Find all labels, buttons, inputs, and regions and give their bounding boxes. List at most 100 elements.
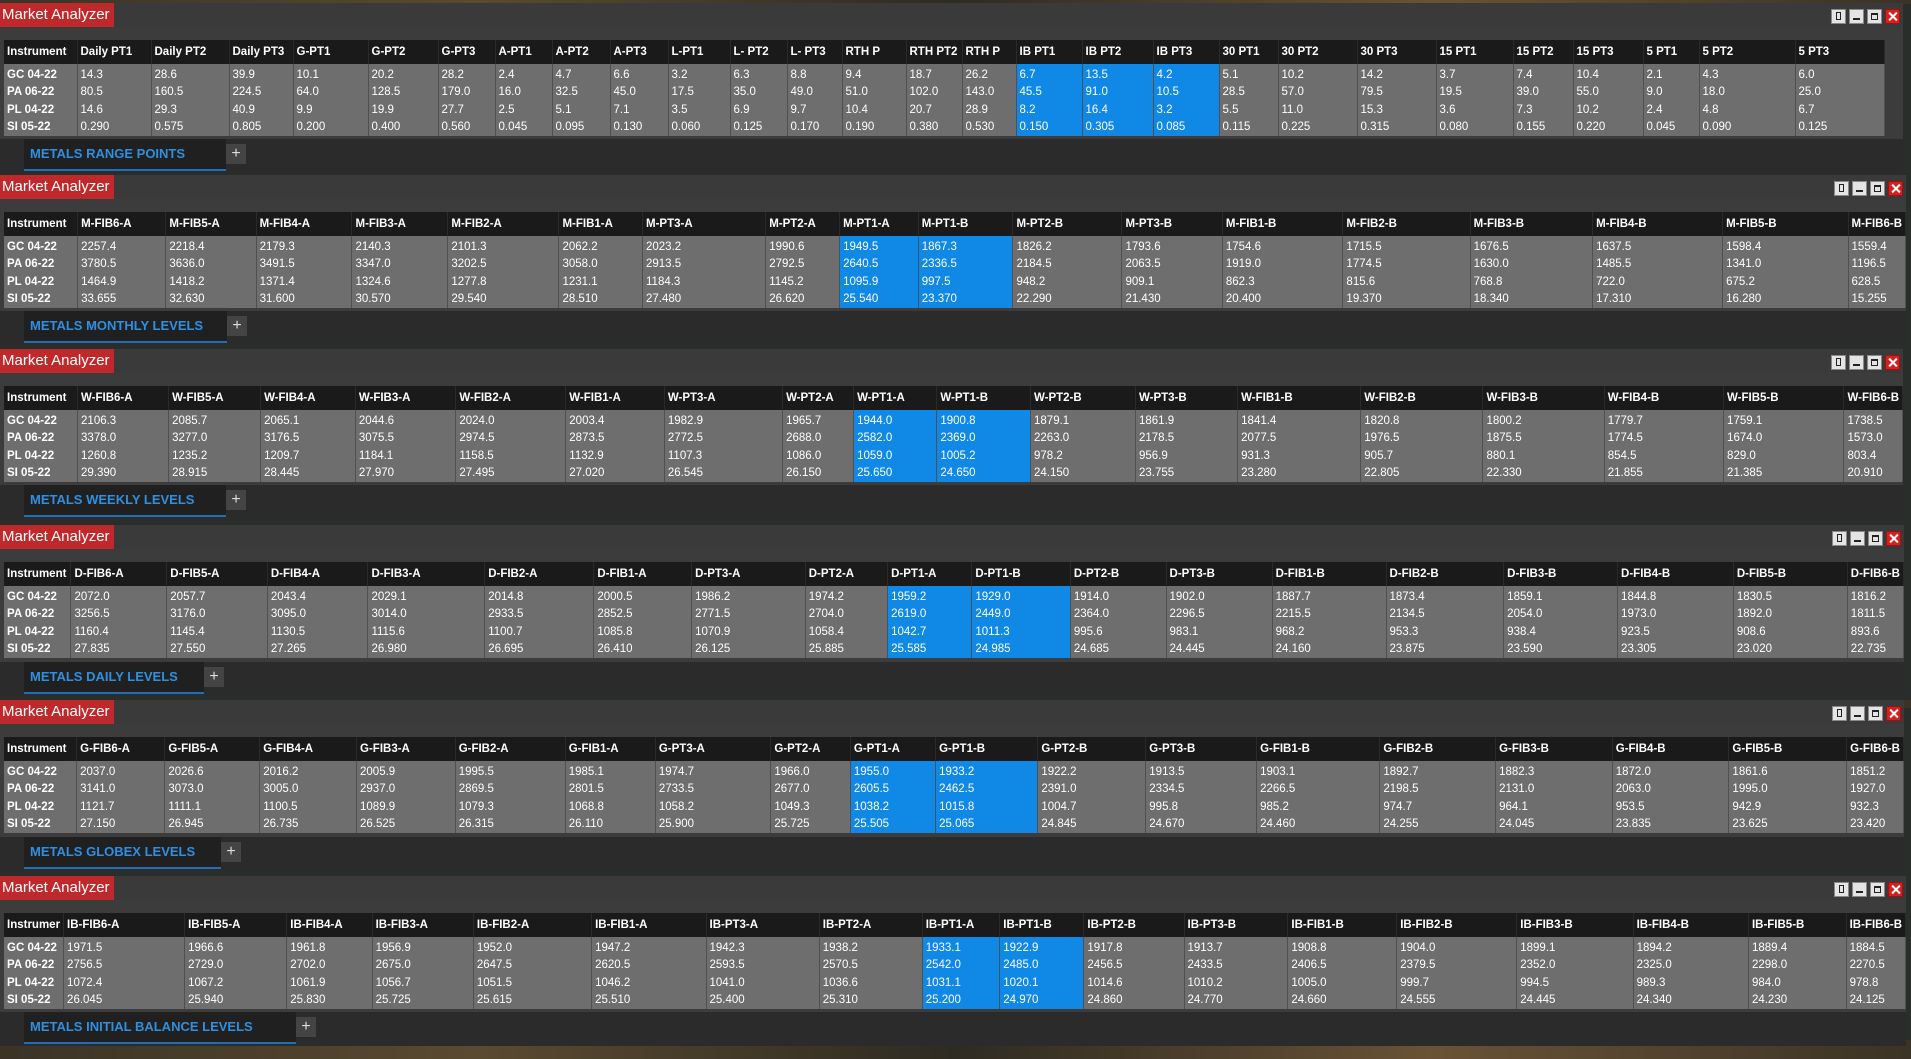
column-header-a-pt1[interactable]: A-PT1 <box>495 40 553 64</box>
column-header-w-pt1-a[interactable]: W-PT1-A <box>853 386 938 410</box>
column-header-rth-pt2[interactable]: RTH PT2 <box>906 40 963 64</box>
column-header-w-fib6-a[interactable]: W-FIB6-A <box>77 386 170 410</box>
column-header-w-fib5-a[interactable]: W-FIB5-A <box>168 386 262 410</box>
column-header-g-fib5-b[interactable]: G-FIB5-B <box>1728 737 1848 761</box>
table-row[interactable]: PL 04-22 1072.4 1067.2 1061.9 1056.7 1051.5 10… <box>4 974 1906 992</box>
column-header-m-pt2-a[interactable]: M-PT2-A <box>765 212 841 236</box>
maximize-window-icon[interactable] <box>1868 531 1883 546</box>
restore-window-icon[interactable] <box>1834 181 1849 196</box>
minimize-window-icon[interactable] <box>1850 706 1865 721</box>
column-header-g-pt2-b[interactable]: G-PT2-B <box>1037 737 1147 761</box>
column-header-ib-fib2-b[interactable]: IB-FIB2-B <box>1396 913 1518 937</box>
column-header-d-fib1-b[interactable]: D-FIB1-B <box>1272 562 1387 586</box>
column-header-15-pt1[interactable]: 15 PT1 <box>1436 40 1514 64</box>
column-header-ib-pt3-a[interactable]: IB-PT3-A <box>706 913 820 937</box>
column-header-w-fib4-b[interactable]: W-FIB4-B <box>1604 386 1725 410</box>
column-header-instrument[interactable]: Instrument <box>4 737 78 761</box>
restore-window-icon[interactable] <box>1834 882 1849 897</box>
column-header-ib-pt1[interactable]: IB PT1 <box>1016 40 1083 64</box>
column-header-g-fib2-b[interactable]: G-FIB2-B <box>1379 737 1497 761</box>
add-tab-icon[interactable]: + <box>226 490 246 510</box>
column-header-w-fib3-b[interactable]: W-FIB3-B <box>1482 386 1605 410</box>
tab-metals-monthly-levels[interactable]: METALS MONTHLY LEVELS <box>24 311 227 343</box>
column-header-d-fib4-a[interactable]: D-FIB4-A <box>267 562 369 586</box>
table-row[interactable]: GC 04-22 2106.3 2085.7 2065.1 2044.6 2024.0 20… <box>4 410 1903 430</box>
restore-window-icon[interactable] <box>1831 9 1846 24</box>
window-titlebar[interactable]: Market Analyzer <box>0 876 1906 900</box>
close-window-icon[interactable] <box>1885 355 1900 370</box>
column-header-m-fib6-a[interactable]: M-FIB6-A <box>77 212 167 236</box>
maximize-window-icon[interactable] <box>1867 9 1882 24</box>
maximize-window-icon[interactable] <box>1868 706 1883 721</box>
column-header-ib-fib2-a[interactable]: IB-FIB2-A <box>473 913 593 937</box>
tab-metals-globex-levels[interactable]: METALS GLOBEX LEVELS <box>24 837 221 869</box>
column-header-ib-pt1-a[interactable]: IB-PT1-A <box>922 913 1001 937</box>
table-row[interactable]: PL 04-22 14.6 29.3 40.9 9.9 19.9 27.7 2.5 5.1 7.1… <box>4 101 1885 119</box>
column-header-d-fib3-a[interactable]: D-FIB3-A <box>367 562 486 586</box>
column-header-ib-fib4-a[interactable]: IB-FIB4-A <box>286 913 373 937</box>
table-row[interactable]: GC 04-22 2257.4 2218.4 2179.3 2140.3 2101.3 20… <box>4 236 1906 256</box>
column-header-ib-pt3[interactable]: IB PT3 <box>1153 40 1220 64</box>
column-header-g-pt1-b[interactable]: G-PT1-B <box>935 737 1039 761</box>
column-header-w-fib2-a[interactable]: W-FIB2-A <box>455 386 567 410</box>
column-header-w-fib4-a[interactable]: W-FIB4-A <box>260 386 356 410</box>
table-row[interactable]: PA 06-22 3256.5 3176.0 3095.0 3014.0 2933.5 28… <box>4 605 1904 623</box>
table-row[interactable]: PA 06-22 80.5 160.5 224.5 64.0 128.5 179.0 16.0… <box>4 83 1885 101</box>
table-row[interactable]: PA 06-22 2756.5 2729.0 2702.0 2675.0 2647.5 26… <box>4 956 1906 974</box>
column-header-g-pt3-a[interactable]: G-PT3-A <box>655 737 772 761</box>
column-header-d-fib4-b[interactable]: D-FIB4-B <box>1617 562 1734 586</box>
maximize-window-icon[interactable] <box>1870 882 1885 897</box>
column-header-l-pt2[interactable]: L- PT2 <box>730 40 788 64</box>
column-header-ib-fib1-b[interactable]: IB-FIB1-B <box>1287 913 1398 937</box>
column-header-g-fib5-a[interactable]: G-FIB5-A <box>164 737 261 761</box>
table-row[interactable]: SI 05-22 26.045 25.940 25.830 25.725 25.615 25… <box>4 991 1906 1009</box>
window-titlebar[interactable]: Market Analyzer <box>0 525 1904 549</box>
maximize-window-icon[interactable] <box>1870 181 1885 196</box>
column-header-g-fib3-b[interactable]: G-FIB3-B <box>1495 737 1613 761</box>
column-header-w-fib3-a[interactable]: W-FIB3-A <box>355 386 457 410</box>
column-header-m-fib3-a[interactable]: M-FIB3-A <box>351 212 449 236</box>
column-header-m-fib2-b[interactable]: M-FIB2-B <box>1342 212 1471 236</box>
add-tab-icon[interactable]: + <box>204 667 224 687</box>
table-row[interactable]: PL 04-22 1464.9 1418.2 1371.4 1324.6 1277.8 12… <box>4 273 1906 291</box>
column-header-g-fib1-b[interactable]: G-FIB1-B <box>1256 737 1381 761</box>
column-header-d-pt2-a[interactable]: D-PT2-A <box>805 562 889 586</box>
column-header-m-pt1-a[interactable]: M-PT1-A <box>839 212 919 236</box>
maximize-window-icon[interactable] <box>1867 355 1882 370</box>
column-header-30-pt3[interactable]: 30 PT3 <box>1357 40 1437 64</box>
column-header-instrumer[interactable]: Instrumer <box>4 913 65 937</box>
tab-metals-daily-levels[interactable]: METALS DAILY LEVELS <box>24 662 204 694</box>
column-header-a-pt3[interactable]: A-PT3 <box>610 40 669 64</box>
restore-window-icon[interactable] <box>1832 706 1847 721</box>
column-header-daily-pt1[interactable]: Daily PT1 <box>77 40 152 64</box>
column-header-m-fib5-b[interactable]: M-FIB5-B <box>1722 212 1849 236</box>
column-header-instrument[interactable]: Instrument <box>4 212 79 236</box>
column-header-d-fib5-b[interactable]: D-FIB5-B <box>1733 562 1848 586</box>
table-row[interactable]: PL 04-22 1260.8 1235.2 1209.7 1184.1 1158.5 11… <box>4 447 1903 465</box>
column-header-ib-pt2-a[interactable]: IB-PT2-A <box>819 913 923 937</box>
column-header-ib-fib6-a[interactable]: IB-FIB6-A <box>63 913 186 937</box>
table-row[interactable]: GC 04-22 1971.5 1966.6 1961.8 1956.9 1952.0 19… <box>4 937 1906 957</box>
minimize-window-icon[interactable] <box>1852 882 1867 897</box>
table-row[interactable]: SI 05-22 29.390 28.915 28.445 27.970 27.495 27… <box>4 464 1903 482</box>
column-header-w-fib1-b[interactable]: W-FIB1-B <box>1237 386 1362 410</box>
column-header-d-pt2-b[interactable]: D-PT2-B <box>1070 562 1167 586</box>
column-header-5-pt3[interactable]: 5 PT3 <box>1795 40 1885 64</box>
window-titlebar[interactable]: Market Analyzer <box>0 175 1906 199</box>
table-row[interactable]: GC 04-22 2072.0 2057.7 2043.4 2029.1 2014.8 20… <box>4 586 1904 606</box>
column-header-m-fib5-a[interactable]: M-FIB5-A <box>165 212 257 236</box>
column-header-m-pt3-a[interactable]: M-PT3-A <box>642 212 767 236</box>
close-window-icon[interactable] <box>1888 882 1903 897</box>
column-header-d-fib2-a[interactable]: D-FIB2-A <box>484 562 595 586</box>
add-tab-icon[interactable]: + <box>226 144 246 164</box>
column-header-g-pt1-a[interactable]: G-PT1-A <box>850 737 937 761</box>
table-row[interactable]: PA 06-22 3780.5 3636.0 3491.5 3347.0 3202.5 30… <box>4 255 1906 273</box>
column-header-g-fib2-a[interactable]: G-FIB2-A <box>455 737 566 761</box>
column-header-ib-fib4-b[interactable]: IB-FIB4-B <box>1633 913 1749 937</box>
column-header-g-fib6-a[interactable]: G-FIB6-A <box>76 737 166 761</box>
column-header-ib-fib1-a[interactable]: IB-FIB1-A <box>591 913 707 937</box>
column-header-instrument[interactable]: Instrument <box>4 40 78 64</box>
column-header-ib-pt2[interactable]: IB PT2 <box>1082 40 1154 64</box>
column-header-m-fib1-a[interactable]: M-FIB1-A <box>558 212 643 236</box>
column-header-w-fib5-b[interactable]: W-FIB5-B <box>1723 386 1845 410</box>
